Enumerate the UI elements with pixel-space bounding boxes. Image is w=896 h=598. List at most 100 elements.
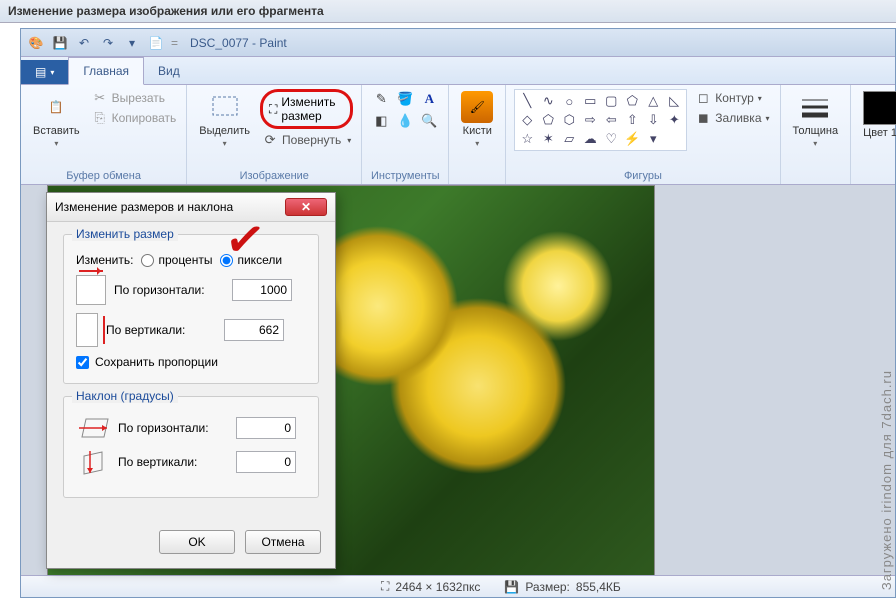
dialog-titlebar[interactable]: Изменение размеров и наклона ✕ (47, 193, 335, 222)
dims-icon: ⛶ (381, 579, 389, 594)
brush-icon: 🖌 (461, 91, 493, 123)
callout2-shape[interactable]: ☁ (580, 130, 600, 148)
arrow-l-shape[interactable]: ⇦ (601, 111, 621, 129)
text-tool[interactable]: A (418, 89, 440, 109)
change-by-label: Изменить: (76, 253, 133, 267)
horizontal-label: По горизонтали: (114, 283, 224, 297)
group-colors: Цвет 1 Ц (851, 85, 896, 184)
star4-shape[interactable]: ✦ (664, 111, 684, 129)
aspect-label: Сохранить пропорции (95, 355, 218, 369)
width-input[interactable] (232, 279, 292, 301)
heart-shape[interactable]: ♡ (601, 130, 621, 148)
document-icon: 📄 (147, 34, 165, 52)
horizontal-icon (76, 275, 106, 305)
pentagon-shape[interactable]: ⬠ (538, 111, 558, 129)
ok-button[interactable]: OK (159, 530, 235, 554)
resize-dialog: Изменение размеров и наклона ✕ Изменить … (46, 192, 336, 569)
lightning-shape[interactable]: ⚡ (622, 130, 642, 148)
rect-shape[interactable]: ▭ (580, 92, 600, 110)
more-shapes[interactable]: ▾ (643, 130, 663, 148)
fill-icon: ◼ (695, 110, 711, 126)
height-input[interactable] (224, 319, 284, 341)
file-menu[interactable]: ▤▾ (21, 60, 68, 84)
star6-shape[interactable]: ✶ (538, 130, 558, 148)
resize-button[interactable]: ⛶ Изменить размер (260, 89, 353, 129)
paste-icon: 📋 (40, 91, 72, 123)
picker-tool[interactable]: 💧 (394, 111, 416, 131)
group-clipboard: 📋 Вставить ▾ ✂Вырезать ⎘Копировать Буфер… (21, 85, 187, 184)
tab-home[interactable]: Главная (68, 57, 144, 85)
shapes-gallery[interactable]: ╲ ∿ ○ ▭ ▢ ⬠ △ ◺ ◇ ⬠ ⬡ ⇨ ⇦ ⇧ ⇩ ✦ ☆ (514, 89, 687, 151)
oval-shape[interactable]: ○ (559, 92, 579, 110)
vertical-label: По вертикали: (106, 323, 216, 337)
skew-v-label: По вертикали: (118, 455, 228, 469)
rotate-button[interactable]: ⟳Повернуть▾ (260, 131, 353, 149)
page-heading: Изменение размера изображения или его фр… (0, 0, 896, 23)
disk-icon: 💾 (504, 580, 519, 594)
copy-icon: ⎘ (92, 110, 108, 126)
status-dimensions: ⛶2464 × 1632пкс (381, 579, 480, 594)
curve-shape[interactable]: ∿ (538, 92, 558, 110)
aspect-checkbox[interactable] (76, 356, 89, 369)
color1-button[interactable]: Цвет 1 (859, 89, 896, 141)
skew-h-input[interactable] (236, 417, 296, 439)
outline-button[interactable]: ◻Контур▾ (693, 89, 771, 107)
skew-h-icon (76, 415, 110, 441)
skew-group: Наклон (градусы) По горизонтали: По верт… (63, 396, 319, 498)
menu-icon: ▤ (35, 65, 46, 79)
arrow-d-shape[interactable]: ⇩ (643, 111, 663, 129)
polygon-shape[interactable]: ⬠ (622, 92, 642, 110)
copy-button[interactable]: ⎘Копировать (90, 109, 179, 127)
radio-pixels[interactable]: пиксели (220, 253, 282, 267)
save-icon[interactable]: 💾 (51, 34, 69, 52)
arrow-u-shape[interactable]: ⇧ (622, 111, 642, 129)
status-bar: ⛶2464 × 1632пкс 💾Размер: 855,4КБ (21, 575, 895, 597)
zoom-tool[interactable]: 🔍 (418, 111, 440, 131)
select-button[interactable]: Выделить ▾ (195, 89, 254, 150)
dialog-title: Изменение размеров и наклона (55, 200, 233, 214)
radio-percent[interactable]: проценты (141, 253, 212, 267)
tab-view[interactable]: Вид (144, 58, 194, 84)
group-shapes: ╲ ∿ ○ ▭ ▢ ⬠ △ ◺ ◇ ⬠ ⬡ ⇨ ⇦ ⇧ ⇩ ✦ ☆ (506, 85, 780, 184)
ribbon: 📋 Вставить ▾ ✂Вырезать ⎘Копировать Буфер… (21, 85, 895, 185)
paste-button[interactable]: 📋 Вставить ▾ (29, 89, 84, 150)
thickness-icon (799, 91, 831, 123)
select-icon (209, 91, 241, 123)
brushes-button[interactable]: 🖌 Кисти ▾ (457, 89, 497, 150)
redo-icon[interactable]: ↷ (99, 34, 117, 52)
group-image: Выделить ▾ ⛶ Изменить размер ⟳Повернуть▾… (187, 85, 362, 184)
vertical-icon (76, 313, 98, 347)
outline-icon: ◻ (695, 90, 711, 106)
rotate-icon: ⟳ (262, 132, 278, 148)
eraser-tool[interactable]: ◧ (370, 111, 392, 131)
quick-access-toolbar: 🎨 💾 ↶ ↷ ▾ 📄 = DSC_0077 - Paint (21, 29, 895, 57)
star5-shape[interactable]: ☆ (517, 130, 537, 148)
roundrect-shape[interactable]: ▢ (601, 92, 621, 110)
watermark: Загружено irindom для 7dach.ru (879, 370, 894, 590)
triangle-shape[interactable]: △ (643, 92, 663, 110)
arrow-r-shape[interactable]: ⇨ (580, 111, 600, 129)
thickness-button[interactable]: Толщина ▾ (789, 89, 843, 150)
skew-v-input[interactable] (236, 451, 296, 473)
resize-icon: ⛶ (269, 102, 277, 117)
group-thickness: Толщина ▾ (781, 85, 852, 184)
rtriangle-shape[interactable]: ◺ (664, 92, 684, 110)
skew-h-label: По горизонтали: (118, 421, 228, 435)
group-tools: ✎ 🪣 A ◧ 💧 🔍 Инструменты (362, 85, 449, 184)
diamond-shape[interactable]: ◇ (517, 111, 537, 129)
dialog-close-button[interactable]: ✕ (285, 198, 327, 216)
qat-dropdown-icon[interactable]: ▾ (123, 34, 141, 52)
line-shape[interactable]: ╲ (517, 92, 537, 110)
undo-icon[interactable]: ↶ (75, 34, 93, 52)
fill-button[interactable]: ◼Заливка▾ (693, 109, 771, 127)
pencil-tool[interactable]: ✎ (370, 89, 392, 109)
callout-shape[interactable]: ▱ (559, 130, 579, 148)
fill-tool[interactable]: 🪣 (394, 89, 416, 109)
cancel-button[interactable]: Отмена (245, 530, 321, 554)
status-filesize: 💾Размер: 855,4КБ (504, 580, 620, 594)
cut-button[interactable]: ✂Вырезать (90, 89, 179, 107)
group-brushes: 🖌 Кисти ▾ (449, 85, 506, 184)
app-icon[interactable]: 🎨 (27, 34, 45, 52)
hexagon-shape[interactable]: ⬡ (559, 111, 579, 129)
close-icon: ✕ (301, 200, 311, 214)
